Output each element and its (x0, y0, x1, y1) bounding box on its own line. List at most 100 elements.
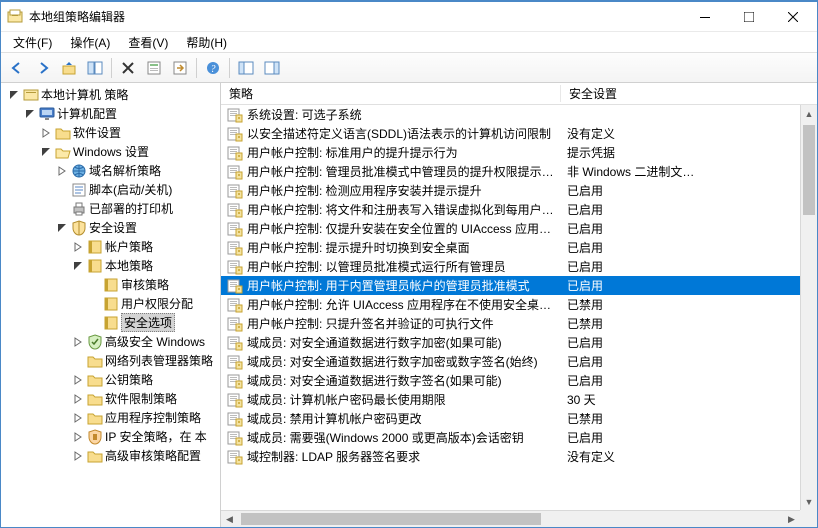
column-policy[interactable]: 策略 (221, 85, 561, 102)
tree-local-policy[interactable]: 本地策略 (3, 256, 220, 275)
scroll-down-arrow[interactable]: ▼ (801, 493, 817, 510)
tree-pane[interactable]: 本地计算机 策略计算机配置软件设置Windows 设置域名解析策略脚本(启动/关… (1, 83, 221, 527)
policy-setting: 已禁用 (559, 296, 800, 313)
tree-twisty-open-icon[interactable] (7, 88, 21, 102)
tree-twisty-open-icon[interactable] (55, 221, 69, 235)
tree-scripts[interactable]: 脚本(启动/关机) (3, 180, 220, 199)
tree-advanced-windows[interactable]: 高级安全 Windows (3, 332, 220, 351)
policy-row[interactable]: 域成员: 计算机帐户密码最长使用期限30 天 (221, 390, 800, 409)
policy-name: 域成员: 需要强(Windows 2000 或更高版本)会话密钥 (247, 429, 559, 446)
policy-row[interactable]: 用户帐户控制: 用于内置管理员帐户的管理员批准模式已启用 (221, 276, 800, 295)
toolbar-delete[interactable] (116, 56, 140, 80)
tree-advanced-audit[interactable]: 高级审核策略配置 (3, 446, 220, 465)
policy-row[interactable]: 用户帐户控制: 允许 UIAccess 应用程序在不使用安全桌面…已禁用 (221, 295, 800, 314)
policy-row[interactable]: 域成员: 对安全通道数据进行数字加密(如果可能)已启用 (221, 333, 800, 352)
tree-computer-config-icon (39, 106, 55, 122)
tree-twisty-closed-icon[interactable] (71, 411, 85, 425)
tree-computer-config[interactable]: 计算机配置 (3, 104, 220, 123)
tree-label: 软件限制策略 (105, 390, 177, 407)
toolbar-export[interactable] (168, 56, 192, 80)
policy-setting: 已禁用 (559, 315, 800, 332)
window-root: 本地组策略编辑器 文件(F) 操作(A) 查看(V) 帮助(H) ? 本地计算机… (0, 0, 818, 528)
tree-ip-security[interactable]: IP 安全策略，在 本 (3, 427, 220, 446)
policy-row[interactable]: 用户帐户控制: 将文件和注册表写入错误虚拟化到每用户位置已启用 (221, 200, 800, 219)
policy-name: 用户帐户控制: 检测应用程序安装并提示提升 (247, 182, 559, 199)
toolbar-up[interactable] (57, 56, 81, 80)
policy-row[interactable]: 域成员: 禁用计算机帐户密码更改已禁用 (221, 409, 800, 428)
horizontal-scroll-thumb[interactable] (241, 513, 541, 525)
horizontal-scrollbar[interactable]: ◀ ▶ (221, 510, 800, 527)
tree-twisty-closed-icon[interactable] (71, 449, 85, 463)
scroll-left-arrow[interactable]: ◀ (221, 511, 238, 527)
tree-public-key[interactable]: 公钥策略 (3, 370, 220, 389)
policy-setting: 已启用 (559, 353, 800, 370)
policy-row[interactable]: 用户帐户控制: 以管理员批准模式运行所有管理员已启用 (221, 257, 800, 276)
toolbar-help[interactable]: ? (201, 56, 225, 80)
policy-row[interactable]: 用户帐户控制: 仅提升安装在安全位置的 UIAccess 应用程序已启用 (221, 219, 800, 238)
menu-help[interactable]: 帮助(H) (178, 32, 235, 53)
tree-twisty-closed-icon[interactable] (71, 392, 85, 406)
policy-name: 用户帐户控制: 标准用户的提升提示行为 (247, 144, 559, 161)
toolbar-forward[interactable] (31, 56, 55, 80)
policy-setting: 已启用 (559, 277, 800, 294)
scroll-up-arrow[interactable]: ▲ (801, 105, 817, 122)
menu-file[interactable]: 文件(F) (5, 32, 60, 53)
policy-row[interactable]: 用户帐户控制: 管理员批准模式中管理员的提升权限提示的…非 Windows 二进… (221, 162, 800, 181)
tree-twisty-open-icon[interactable] (39, 145, 53, 159)
tree-twisty-closed-icon[interactable] (71, 240, 85, 254)
minimize-button[interactable] (683, 3, 727, 31)
policy-name: 用户帐户控制: 将文件和注册表写入错误虚拟化到每用户位置 (247, 201, 559, 218)
tree-security-options[interactable]: 安全选项 (3, 313, 220, 332)
policy-icon (227, 221, 243, 237)
menu-action[interactable]: 操作(A) (62, 32, 118, 53)
tree-security-settings[interactable]: 安全设置 (3, 218, 220, 237)
toolbar-show-hide[interactable] (83, 56, 107, 80)
toolbar-pane-left[interactable] (234, 56, 258, 80)
tree-dns-policy[interactable]: 域名解析策略 (3, 161, 220, 180)
policy-row[interactable]: 域成员: 对安全通道数据进行数字签名(如果可能)已启用 (221, 371, 800, 390)
tree-software-restrict[interactable]: 软件限制策略 (3, 389, 220, 408)
tree-account-policy[interactable]: 帐户策略 (3, 237, 220, 256)
app-icon (7, 9, 23, 25)
column-setting[interactable]: 安全设置 (561, 85, 817, 102)
scroll-right-arrow[interactable]: ▶ (783, 511, 800, 527)
policy-icon (227, 316, 243, 332)
tree-printers[interactable]: 已部署的打印机 (3, 199, 220, 218)
policy-row[interactable]: 域成员: 需要强(Windows 2000 或更高版本)会话密钥已启用 (221, 428, 800, 447)
tree-twisty-closed-icon[interactable] (39, 126, 53, 140)
menu-view[interactable]: 查看(V) (120, 32, 176, 53)
tree-twisty-open-icon[interactable] (71, 259, 85, 273)
vertical-scroll-thumb[interactable] (803, 125, 815, 215)
policy-row[interactable]: 用户帐户控制: 只提升签名并验证的可执行文件已禁用 (221, 314, 800, 333)
list-body[interactable]: 系统设置: 可选子系统以安全描述符定义语言(SDDL)语法表示的计算机访问限制没… (221, 105, 817, 527)
policy-row[interactable]: 以安全描述符定义语言(SDDL)语法表示的计算机访问限制没有定义 (221, 124, 800, 143)
tree-twisty-closed-icon[interactable] (71, 373, 85, 387)
policy-row[interactable]: 用户帐户控制: 标准用户的提升提示行为提示凭据 (221, 143, 800, 162)
tree-twisty-closed-icon[interactable] (71, 430, 85, 444)
toolbar-pane-right[interactable] (260, 56, 284, 80)
policy-row[interactable]: 用户帐户控制: 提示提升时切换到安全桌面已启用 (221, 238, 800, 257)
tree-twisty-closed-icon[interactable] (71, 335, 85, 349)
policy-row[interactable]: 域控制器: LDAP 服务器签名要求没有定义 (221, 447, 800, 466)
tree-twisty-open-icon[interactable] (23, 107, 37, 121)
tree-software-settings[interactable]: 软件设置 (3, 123, 220, 142)
window-title: 本地组策略编辑器 (29, 8, 125, 25)
policy-row[interactable]: 域成员: 对安全通道数据进行数字加密或数字签名(始终)已启用 (221, 352, 800, 371)
tree-app-control[interactable]: 应用程序控制策略 (3, 408, 220, 427)
tree-audit-policy[interactable]: 审核策略 (3, 275, 220, 294)
policy-row[interactable]: 系统设置: 可选子系统 (221, 105, 800, 124)
toolbar-properties[interactable] (142, 56, 166, 80)
tree-network-list[interactable]: 网络列表管理器策略 (3, 351, 220, 370)
policy-name: 用户帐户控制: 以管理员批准模式运行所有管理员 (247, 258, 559, 275)
policy-row[interactable]: 用户帐户控制: 检测应用程序安装并提示提升已启用 (221, 181, 800, 200)
close-button[interactable] (771, 3, 815, 31)
policy-setting: 30 天 (559, 391, 800, 408)
tree-user-rights[interactable]: 用户权限分配 (3, 294, 220, 313)
toolbar-back[interactable] (5, 56, 29, 80)
tree-windows-settings[interactable]: Windows 设置 (3, 142, 220, 161)
vertical-scrollbar[interactable]: ▲ ▼ (800, 105, 817, 510)
policy-icon (227, 354, 243, 370)
tree-root[interactable]: 本地计算机 策略 (3, 85, 220, 104)
tree-twisty-closed-icon[interactable] (55, 164, 69, 178)
maximize-button[interactable] (727, 3, 771, 31)
